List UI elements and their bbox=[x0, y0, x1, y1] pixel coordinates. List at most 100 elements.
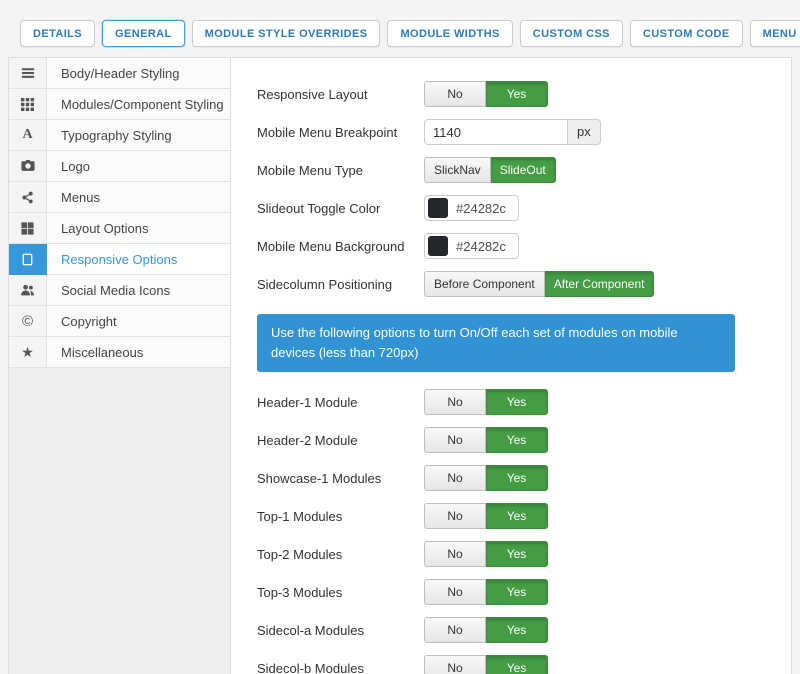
sidebar-item-typography-styling[interactable]: ATypography Styling bbox=[9, 120, 230, 151]
toggle-option-yes[interactable]: Yes bbox=[486, 541, 548, 567]
field-label: Top-2 Modules bbox=[257, 547, 424, 562]
mobile-menu-background-color-field[interactable]: #24282c bbox=[424, 233, 519, 259]
field-row-mobile-menu-background: Mobile Menu Background#24282c bbox=[257, 233, 735, 259]
toggle-option-yes[interactable]: Yes bbox=[486, 579, 548, 605]
sidebar-item-label: Body/Header Styling bbox=[47, 58, 230, 89]
sidebar-item-modules-component-styling[interactable]: Modules/Component Styling bbox=[9, 89, 230, 120]
sidecol-b-modules-toggle: NoYes bbox=[424, 655, 548, 674]
responsive-layout-toggle: NoYes bbox=[424, 81, 548, 107]
field-row-sidecol-a-modules: Sidecol-a ModulesNoYes bbox=[257, 617, 735, 643]
sidebar-item-label: Miscellaneous bbox=[47, 337, 230, 368]
toggle-option-slicknav[interactable]: SlickNav bbox=[424, 157, 491, 183]
settings-panel: Responsive LayoutNoYesMobile Menu Breakp… bbox=[231, 58, 791, 674]
share-icon bbox=[9, 182, 47, 213]
sidebar-item-label: Modules/Component Styling bbox=[47, 89, 230, 120]
field-row-top-1-modules: Top-1 ModulesNoYes bbox=[257, 503, 735, 529]
sidebar-item-label: Menus bbox=[47, 182, 230, 213]
field-row-responsive-layout: Responsive LayoutNoYes bbox=[257, 81, 735, 107]
sidebar-item-copyright[interactable]: ©Copyright bbox=[9, 306, 230, 337]
field-label: Responsive Layout bbox=[257, 87, 424, 102]
th-icon bbox=[9, 89, 47, 120]
toggle-option-no[interactable]: No bbox=[424, 389, 486, 415]
settings-sidebar: Body/Header StylingModules/Component Sty… bbox=[9, 58, 231, 674]
toggle-option-no[interactable]: No bbox=[424, 465, 486, 491]
bars-icon bbox=[9, 58, 47, 89]
field-label: Sidecol-a Modules bbox=[257, 623, 424, 638]
tab-custom-css[interactable]: CUSTOM CSS bbox=[520, 20, 623, 47]
sidebar-item-menus[interactable]: Menus bbox=[9, 182, 230, 213]
toggle-option-yes[interactable]: Yes bbox=[486, 465, 548, 491]
sidecolumn-positioning-toggle: Before ComponentAfter Component bbox=[424, 271, 654, 297]
color-swatch bbox=[428, 236, 448, 256]
toggle-option-before-component[interactable]: Before Component bbox=[424, 271, 545, 297]
field-label: Top-3 Modules bbox=[257, 585, 424, 600]
field-row-sidecol-b-modules: Sidecol-b ModulesNoYes bbox=[257, 655, 735, 674]
toggle-option-yes[interactable]: Yes bbox=[486, 655, 548, 674]
toggle-option-no[interactable]: No bbox=[424, 617, 486, 643]
sidebar-item-miscellaneous[interactable]: ★Miscellaneous bbox=[9, 337, 230, 368]
toggle-option-no[interactable]: No bbox=[424, 655, 486, 674]
top-3-modules-toggle: NoYes bbox=[424, 579, 548, 605]
toggle-option-yes[interactable]: Yes bbox=[486, 81, 548, 107]
toggle-option-no[interactable]: No bbox=[424, 503, 486, 529]
field-label: Sidecolumn Positioning bbox=[257, 277, 424, 292]
sidebar-item-label: Social Media Icons bbox=[47, 275, 230, 306]
field-row-showcase-1-modules: Showcase-1 ModulesNoYes bbox=[257, 465, 735, 491]
toggle-option-no[interactable]: No bbox=[424, 541, 486, 567]
toggle-option-yes[interactable]: Yes bbox=[486, 503, 548, 529]
slideout-toggle-color-color-field[interactable]: #24282c bbox=[424, 195, 519, 221]
info-box: Use the following options to turn On/Off… bbox=[257, 314, 735, 372]
header-2-module-toggle: NoYes bbox=[424, 427, 548, 453]
field-row-header-2-module: Header-2 ModuleNoYes bbox=[257, 427, 735, 453]
field-label: Mobile Menu Breakpoint bbox=[257, 125, 424, 140]
field-row-header-1-module: Header-1 ModuleNoYes bbox=[257, 389, 735, 415]
tab-general[interactable]: GENERAL bbox=[102, 20, 185, 47]
camera-icon bbox=[9, 151, 47, 182]
field-label: Showcase-1 Modules bbox=[257, 471, 424, 486]
toggle-option-yes[interactable]: Yes bbox=[486, 617, 548, 643]
sidebar-item-label: Copyright bbox=[47, 306, 230, 337]
field-label: Sidecol-b Modules bbox=[257, 661, 424, 674]
sidebar-item-label: Typography Styling bbox=[47, 120, 230, 151]
tab-details[interactable]: DETAILS bbox=[20, 20, 95, 47]
star-icon: ★ bbox=[9, 337, 47, 368]
font-icon: A bbox=[9, 120, 47, 151]
toggle-option-yes[interactable]: Yes bbox=[486, 389, 548, 415]
color-value: #24282c bbox=[456, 239, 506, 254]
toggle-option-yes[interactable]: Yes bbox=[486, 427, 548, 453]
sidebar-item-logo[interactable]: Logo bbox=[9, 151, 230, 182]
field-label: Header-2 Module bbox=[257, 433, 424, 448]
sidebar-item-label: Layout Options bbox=[47, 213, 230, 244]
tab-module-widths[interactable]: MODULE WIDTHS bbox=[387, 20, 512, 47]
sidebar-item-body-header-styling[interactable]: Body/Header Styling bbox=[9, 58, 230, 89]
tablet-icon bbox=[9, 244, 47, 275]
field-row-mobile-menu-type: Mobile Menu TypeSlickNavSlideOut bbox=[257, 157, 735, 183]
color-value: #24282c bbox=[456, 201, 506, 216]
field-row-top-3-modules: Top-3 ModulesNoYes bbox=[257, 579, 735, 605]
mobile-menu-type-toggle: SlickNavSlideOut bbox=[424, 157, 556, 183]
field-label: Header-1 Module bbox=[257, 395, 424, 410]
color-swatch bbox=[428, 198, 448, 218]
toggle-option-no[interactable]: No bbox=[424, 427, 486, 453]
field-label: Top-1 Modules bbox=[257, 509, 424, 524]
top-1-modules-toggle: NoYes bbox=[424, 503, 548, 529]
sidebar-item-responsive-options[interactable]: Responsive Options bbox=[9, 244, 230, 275]
sidebar-item-layout-options[interactable]: Layout Options bbox=[9, 213, 230, 244]
toggle-option-no[interactable]: No bbox=[424, 579, 486, 605]
sidebar-item-label: Responsive Options bbox=[47, 244, 230, 275]
tab-bar: DETAILS GENERAL MODULE STYLE OVERRIDESMODU… bbox=[0, 0, 800, 57]
sidebar-item-social-media-icons[interactable]: Social Media Icons bbox=[9, 275, 230, 306]
toggle-option-after-component[interactable]: After Component bbox=[545, 271, 655, 297]
sidecol-a-modules-toggle: NoYes bbox=[424, 617, 548, 643]
tab-custom-code[interactable]: CUSTOM CODE bbox=[630, 20, 743, 47]
tab-module-style-overrides[interactable]: MODULE STYLE OVERRIDES bbox=[192, 20, 381, 47]
tab-menu-assignment[interactable]: MENU ASSIGNMENT bbox=[750, 20, 800, 47]
showcase-1-modules-toggle: NoYes bbox=[424, 465, 548, 491]
toggle-option-no[interactable]: No bbox=[424, 81, 486, 107]
sidebar-item-label: Logo bbox=[47, 151, 230, 182]
field-label: Slideout Toggle Color bbox=[257, 201, 424, 216]
unit-addon: px bbox=[568, 119, 601, 145]
mobile-menu-breakpoint-input[interactable] bbox=[424, 119, 568, 145]
toggle-option-slideout[interactable]: SlideOut bbox=[491, 157, 556, 183]
top-2-modules-toggle: NoYes bbox=[424, 541, 548, 567]
